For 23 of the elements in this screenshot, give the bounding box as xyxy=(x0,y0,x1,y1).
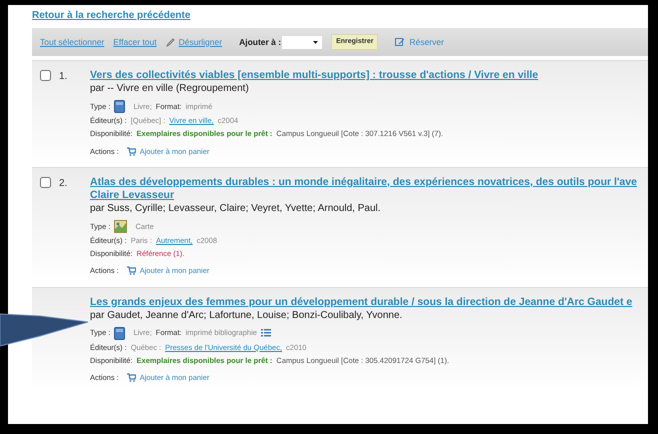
result-checkbox[interactable] xyxy=(40,70,51,81)
result-title-link[interactable]: Claire Levasseur xyxy=(90,188,637,202)
select-all-link[interactable]: Tout sélectionner xyxy=(40,36,104,48)
cart-icon xyxy=(126,373,136,382)
result-number: 1. xyxy=(59,70,68,84)
back-link[interactable]: Retour à la recherche précédente xyxy=(32,8,190,23)
result-checkbox[interactable] xyxy=(40,176,51,188)
unhighlight-link[interactable]: Désurligner xyxy=(166,36,222,48)
author-text: par Gaudet, Jeanne d'Arc; Lafortune, Louise; Bonzi-Coulibaly, Yvonne. xyxy=(90,308,404,322)
result-number: 2. xyxy=(59,176,68,191)
add-to-label: Ajouter à : xyxy=(239,36,282,48)
reserve-link[interactable]: Réserver xyxy=(395,36,444,48)
cart-icon xyxy=(126,266,136,276)
author-text: par Suss, Cyrille; Levasseur, Claire; Veyret, Yvette; Arnould, Paul. xyxy=(90,202,382,216)
result-title-link[interactable]: Atlas des développements durables : un monde inégalitaire, des expériences novatrices, des outils pour l'ave xyxy=(90,176,637,189)
result-title-link[interactable]: Vers des collectivités viables [ensemble multi-supports] : trousse d'actions / Vivre en ville xyxy=(90,69,538,82)
caret-icon xyxy=(313,40,318,44)
cart-icon xyxy=(126,146,136,156)
clear-all-link[interactable]: Effacer tout xyxy=(113,36,157,48)
reserve-icon xyxy=(395,38,406,46)
pencil-icon xyxy=(166,38,175,46)
result-title-link[interactable]: Les grands enjeux des femmes pour un développement durable / sous la direction de Jeanne d'Arc Gaudet e xyxy=(90,296,632,308)
author-text: par -- Vivre en ville (Regroupement) xyxy=(90,82,250,96)
